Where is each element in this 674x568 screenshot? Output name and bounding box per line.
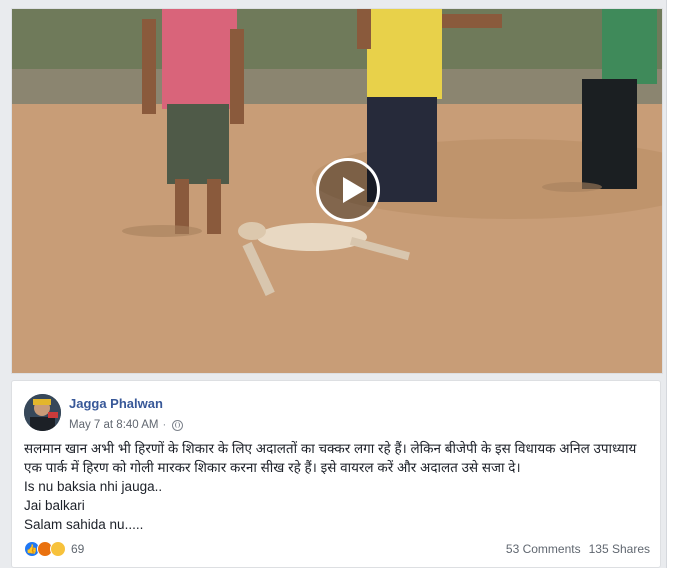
video-player[interactable] (11, 8, 663, 374)
post-body: सलमान खान अभी भी हिरणों के शिकार के लिए … (24, 439, 650, 534)
post-footer: 👍 69 53 Comments 135 Shares (24, 539, 650, 559)
post-line: Jai balkari (24, 498, 85, 513)
post-line: Salam sahida nu..... (24, 517, 144, 532)
post-timestamp[interactable]: May 7 at 8:40 AM (69, 419, 159, 431)
post-line-hindi: सलमान खान अभी भी हिरणों के शिकार के लिए … (24, 441, 637, 475)
author-name[interactable]: Jagga Phalwan (69, 396, 163, 411)
sad-icon (50, 541, 66, 557)
shares-link[interactable]: 135 Shares (589, 542, 650, 556)
post-card: Jagga Phalwan May 7 at 8:40 AM · सलमान ख… (11, 380, 661, 568)
post-meta: May 7 at 8:40 AM · (69, 419, 184, 431)
post-stats: 53 Comments 135 Shares (506, 542, 650, 556)
comments-link[interactable]: 53 Comments (506, 542, 581, 556)
avatar[interactable] (24, 394, 61, 431)
post-line: Is nu baksia nhi jauga.. (24, 479, 163, 494)
play-button[interactable] (316, 158, 380, 222)
reactions-summary[interactable]: 👍 69 (24, 541, 84, 557)
reaction-count: 69 (71, 542, 85, 556)
scrollbar[interactable] (666, 0, 674, 568)
globe-icon (172, 419, 184, 431)
